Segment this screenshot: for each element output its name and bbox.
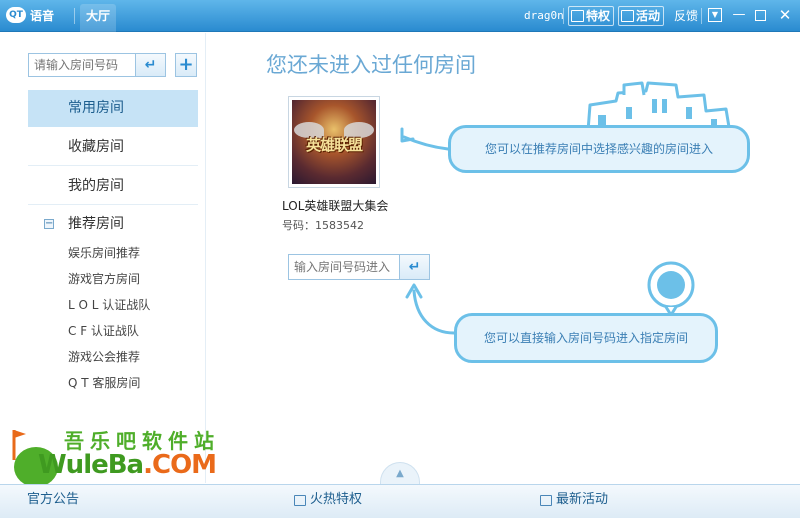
announcement-link[interactable]: 官方公告 <box>27 485 79 515</box>
tab-hall[interactable]: 大厅 <box>80 4 117 32</box>
hot-privilege-label: 火热特权 <box>310 492 363 507</box>
hint-recommend: 您可以在推荐房间中选择感兴趣的房间进入 <box>448 125 750 173</box>
privilege-button[interactable]: 特权 <box>568 6 615 26</box>
latest-activity-link[interactable]: 最新活动 <box>540 485 608 515</box>
sub-item-guilds[interactable]: 游戏公会推荐 <box>68 348 140 366</box>
sidebar-item-recommended[interactable]: − 推荐房间 <box>28 211 198 237</box>
close-icon[interactable]: ✕ <box>778 8 792 23</box>
collapse-icon[interactable]: − <box>44 219 54 229</box>
room-number: 号码：1583542 <box>282 219 364 232</box>
bottom-bar: 官方公告 火热特权 最新活动 <box>0 484 800 518</box>
activity-label: 活动 <box>636 9 661 23</box>
hint-enter-number: 您可以直接输入房间号码进入指定房间 <box>454 313 718 363</box>
latest-activity-label: 最新活动 <box>556 492 609 507</box>
enter-room-input[interactable] <box>289 255 397 279</box>
calendar-icon <box>621 10 634 22</box>
room-card[interactable]: 英雄联盟 LOL英雄联盟大集会 号码：1583542 <box>264 91 404 233</box>
sidebar-item-my-rooms[interactable]: 我的房间 <box>28 168 198 205</box>
sub-item-cf-teams[interactable]: C F 认证战队 <box>68 322 139 340</box>
watermark-english-suffix: .COM <box>143 450 217 480</box>
watermark-english: WuleBa.COM <box>38 450 217 480</box>
enter-arrow-icon[interactable]: ↵ <box>135 54 165 76</box>
sub-item-support[interactable]: Q T 客服房间 <box>68 374 140 392</box>
sidebar-item-label: 推荐房间 <box>68 216 124 232</box>
gift-icon <box>571 10 584 22</box>
main-panel: 您还未进入过任何房间 英雄联盟 LOL英雄联盟大集会 号码：1583542 ↵ … <box>205 33 800 483</box>
room-search-field[interactable]: ↵ <box>28 53 166 77</box>
page-title: 您还未进入过任何房间 <box>266 53 476 77</box>
divider <box>701 8 702 24</box>
watermark-english-main: WuleBa <box>38 450 144 480</box>
add-room-button[interactable]: + <box>175 53 197 77</box>
sub-item-lol-teams[interactable]: L O L 认证战队 <box>68 296 150 314</box>
sidebar-item-favorites[interactable]: 收藏房间 <box>28 129 198 166</box>
activity-button[interactable]: 活动 <box>618 6 665 26</box>
privilege-label: 特权 <box>586 9 611 23</box>
maximize-icon[interactable] <box>755 10 766 21</box>
room-search-input[interactable] <box>29 54 139 76</box>
room-thumbnail-logo: 英雄联盟 <box>305 136 363 154</box>
sidebar-item-frequent[interactable]: 常用房间 <box>28 90 198 127</box>
divider <box>563 8 564 24</box>
enter-arrow-icon[interactable]: ↵ <box>399 255 429 279</box>
minimize-icon[interactable]: — <box>732 8 746 22</box>
title-bar: QT 语音 大厅 drag0n 特权 活动 反馈 ▼ — ✕ <box>0 0 800 32</box>
tab-voice[interactable]: 语音 <box>30 0 54 32</box>
qt-logo-icon: QT <box>6 7 26 23</box>
sidebar: ↵ + 常用房间 收藏房间 我的房间 − 推荐房间 娱乐房间推荐 游戏官方房间 … <box>0 33 205 483</box>
divider <box>74 8 75 24</box>
sub-item-entertainment[interactable]: 娱乐房间推荐 <box>68 244 140 262</box>
menu-dropdown-icon[interactable]: ▼ <box>708 8 722 22</box>
room-thumbnail[interactable]: 英雄联盟 <box>289 97 379 187</box>
feedback-link[interactable]: 反馈 <box>674 0 698 32</box>
sub-item-official-game[interactable]: 游戏官方房间 <box>68 270 140 288</box>
username[interactable]: drag0n <box>524 0 564 32</box>
calendar-icon <box>540 494 552 506</box>
gift-icon <box>294 494 306 506</box>
enter-room-field[interactable]: ↵ <box>288 254 430 280</box>
room-name[interactable]: LOL英雄联盟大集会 <box>282 197 388 214</box>
announcement-label: 官方公告 <box>27 492 80 507</box>
hot-privilege-link[interactable]: 火热特权 <box>294 485 362 515</box>
